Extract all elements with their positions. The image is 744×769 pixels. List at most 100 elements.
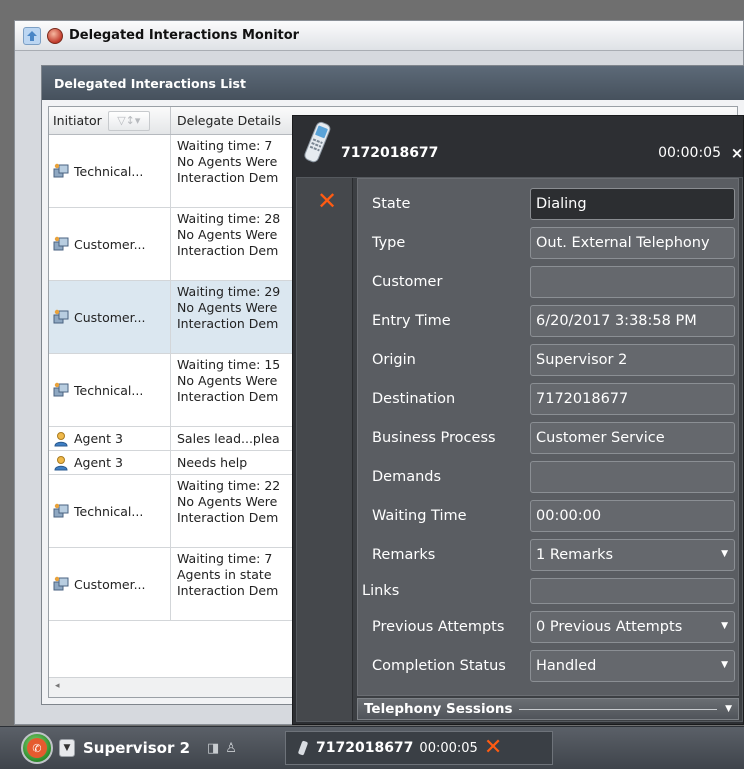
call-chip-number: 7172018677 xyxy=(316,740,414,756)
workgroup-icon xyxy=(53,236,69,251)
field-label: Business Process xyxy=(372,430,496,446)
call-fields: State Dialing Type Out. External Telepho… xyxy=(357,178,739,696)
initiator-name: Customer... xyxy=(74,236,146,252)
popup-call-timer: 00:00:05 xyxy=(658,145,721,161)
popup-side-toolbar: ✕ xyxy=(297,178,353,721)
previous-attempts-dropdown[interactable]: 0 Previous Attempts ▼ xyxy=(530,611,735,643)
remarks-dropdown[interactable]: 1 Remarks ▼ xyxy=(530,539,735,571)
initiator-name: Customer... xyxy=(74,309,146,325)
status-dropdown-icon[interactable]: ▼ xyxy=(59,739,75,757)
initiator-cell: Customer... xyxy=(49,281,171,353)
field-label: Customer xyxy=(372,274,443,290)
field-label: Waiting Time xyxy=(372,508,467,524)
telephony-sessions-label: Telephony Sessions xyxy=(364,701,513,717)
field-remarks: Remarks 1 Remarks ▼ xyxy=(358,538,740,572)
telephony-sessions-expander[interactable]: Telephony Sessions ▼ xyxy=(357,698,739,720)
field-label: Previous Attempts xyxy=(372,619,505,635)
workgroup-icon xyxy=(53,309,69,324)
cell-phone-icon xyxy=(304,121,331,163)
initiator-cell: Agent 3 xyxy=(49,427,171,450)
field-waiting-time: Waiting Time 00:00:00 xyxy=(358,499,740,533)
customer-value[interactable] xyxy=(530,266,735,298)
workgroup-icon xyxy=(53,503,69,518)
initiator-cell: Technical... xyxy=(49,475,171,547)
agent-icon xyxy=(54,455,68,470)
initiator-name: Agent 3 xyxy=(74,455,123,470)
column-header-initiator[interactable]: Initiator ▽↕▾ xyxy=(49,107,171,134)
phone-handset-icon: ✆ xyxy=(27,738,47,758)
field-label: Remarks xyxy=(372,547,436,563)
microphone-icon[interactable]: ♙ xyxy=(225,741,237,756)
field-completion-status: Completion Status Handled ▼ xyxy=(358,649,740,683)
initiator-name: Agent 3 xyxy=(74,431,123,446)
type-value: Out. External Telephony xyxy=(530,227,735,259)
scroll-left-icon[interactable]: ◂ xyxy=(55,681,60,691)
up-arrow-icon[interactable] xyxy=(23,26,41,45)
field-customer: Customer xyxy=(358,265,740,299)
window-titlebar: Delegated Interactions Monitor xyxy=(15,21,743,51)
details-line: Needs help xyxy=(177,454,248,470)
initiator-cell: Technical... xyxy=(49,354,171,426)
remarks-value: 1 Remarks xyxy=(536,547,614,563)
workgroup-icon xyxy=(53,163,69,178)
call-chip-timer: 00:00:05 xyxy=(419,740,478,756)
initiator-name: Customer... xyxy=(74,576,146,592)
column-label-details: Delegate Details xyxy=(177,113,281,128)
chevron-down-icon: ▼ xyxy=(721,549,728,559)
divider xyxy=(518,708,718,710)
field-origin: Origin Supervisor 2 xyxy=(358,343,740,377)
chevron-down-icon: ▼ xyxy=(721,660,728,670)
popup-title-bar: 7172018677 00:00:05 × xyxy=(341,139,744,167)
hangup-x-icon[interactable]: ✕ xyxy=(484,737,502,759)
demands-value[interactable] xyxy=(530,461,735,493)
bottom-toolbar: ✆ ▼ Supervisor 2 ◨ ♙ 7172018677 00:00:05… xyxy=(0,726,744,769)
call-details-popup: 7172018677 00:00:05 × ✕ State Dialing Ty… xyxy=(292,115,744,725)
active-call-chip[interactable]: 7172018677 00:00:05 ✕ xyxy=(285,731,553,765)
field-type: Type Out. External Telephony xyxy=(358,226,740,260)
phone-status-button[interactable]: ✆ xyxy=(21,732,53,764)
initiator-cell: Customer... xyxy=(49,548,171,620)
column-label-initiator: Initiator xyxy=(53,113,102,128)
popup-header: 7172018677 00:00:05 × xyxy=(293,116,743,173)
initiator-cell: Technical... xyxy=(49,135,171,207)
destination-value: 7172018677 xyxy=(530,383,735,415)
business-process-value: Customer Service xyxy=(530,422,735,454)
popup-call-number: 7172018677 xyxy=(341,145,439,161)
field-links: Links xyxy=(358,574,740,608)
close-icon[interactable]: × xyxy=(729,144,744,162)
waiting-time-value: 00:00:00 xyxy=(530,500,735,532)
filter-sort-icon[interactable]: ▽↕▾ xyxy=(107,110,150,131)
field-label: Type xyxy=(372,235,406,251)
initiator-name: Technical... xyxy=(74,163,144,179)
field-business-process: Business Process Customer Service xyxy=(358,421,740,455)
field-label: Demands xyxy=(372,469,442,485)
user-name: Supervisor 2 xyxy=(83,739,190,757)
initiator-cell: Agent 3 xyxy=(49,451,171,474)
chevron-down-icon: ▼ xyxy=(725,704,732,714)
list-header: Delegated Interactions List xyxy=(42,66,744,100)
links-value[interactable] xyxy=(530,578,735,604)
entry-time-value: 6/20/2017 3:38:58 PM xyxy=(530,305,735,337)
details-line: Sales lead...plea xyxy=(177,430,280,446)
chevron-down-icon: ▼ xyxy=(721,621,728,631)
field-previous-attempts: Previous Attempts 0 Previous Attempts ▼ xyxy=(358,610,740,644)
initiator-cell: Customer... xyxy=(49,208,171,280)
field-label: Entry Time xyxy=(372,313,451,329)
workgroup-icon xyxy=(53,576,69,591)
field-destination: Destination 7172018677 xyxy=(358,382,740,416)
field-state: State Dialing xyxy=(358,187,740,221)
agent-icon xyxy=(54,431,68,446)
completion-status-value: Handled xyxy=(536,658,597,674)
window-title: Delegated Interactions Monitor xyxy=(69,28,300,43)
field-label: Completion Status xyxy=(372,658,506,674)
field-label: Destination xyxy=(372,391,456,407)
monitor-icon xyxy=(47,27,63,44)
speaker-icon[interactable]: ◨ xyxy=(207,741,219,756)
field-label: State xyxy=(372,196,411,212)
initiator-name: Technical... xyxy=(74,503,144,519)
hangup-x-icon[interactable]: ✕ xyxy=(317,189,337,213)
origin-value: Supervisor 2 xyxy=(530,344,735,376)
field-label: Links xyxy=(362,583,400,599)
completion-status-dropdown[interactable]: Handled ▼ xyxy=(530,650,735,682)
mobile-phone-icon xyxy=(298,740,308,756)
